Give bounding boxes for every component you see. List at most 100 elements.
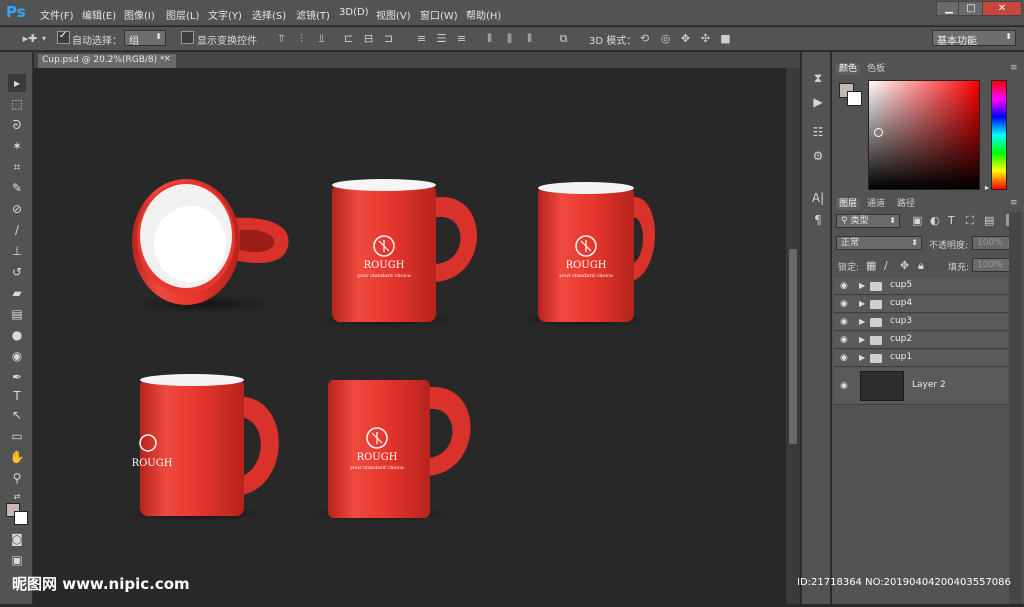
gradient-tool-icon[interactable]: ▤ <box>8 305 26 323</box>
distribute-right-icon[interactable]: ⦀ <box>523 32 536 45</box>
menu-layer[interactable]: 图层(L) <box>166 7 199 22</box>
canvas[interactable]: ROUGH your standard choice ROUGH your st… <box>34 68 786 604</box>
scrollbar-thumb[interactable] <box>789 249 797 444</box>
brush-tool-icon[interactable]: ∕ <box>8 221 26 239</box>
menu-filter[interactable]: 滤镜(T) <box>296 7 330 22</box>
tab-color[interactable]: 颜色 <box>836 63 861 75</box>
align-top-icon[interactable]: ⫪ <box>275 32 288 45</box>
magic-wand-tool-icon[interactable]: ✶ <box>8 137 26 155</box>
paragraph-panel-icon[interactable]: ¶ <box>810 212 826 228</box>
menu-edit[interactable]: 编辑(E) <box>82 7 116 22</box>
blur-tool-icon[interactable]: ● <box>8 326 26 344</box>
eye-icon[interactable]: ◉ <box>840 353 852 363</box>
color-saturation-field[interactable] <box>868 80 980 190</box>
filter-adjustment-icon[interactable]: ◐ <box>930 214 940 227</box>
type-tool-icon[interactable]: T <box>8 387 26 405</box>
auto-select-dropdown[interactable]: 组 ⬍ <box>124 30 166 47</box>
lock-pixels-icon[interactable]: ∕ <box>884 259 888 272</box>
scale-3d-icon[interactable]: ■ <box>719 32 732 45</box>
panel-menu-icon[interactable]: ≡ <box>1010 63 1018 73</box>
layer-row-cup1[interactable]: ◉ ▶ cup1 <box>834 350 1008 367</box>
expand-caret-icon[interactable]: ▶ <box>859 335 867 345</box>
filter-smart-object-icon[interactable]: ▤ <box>984 214 994 227</box>
eye-icon[interactable]: ◉ <box>840 281 852 291</box>
menu-select[interactable]: 选择(S) <box>252 7 286 22</box>
color-panel-background-swatch[interactable] <box>847 91 862 106</box>
zoom-tool-icon[interactable]: ⚲ <box>8 469 26 487</box>
auto-align-icon[interactable]: ⧉ <box>557 32 570 45</box>
menu-window[interactable]: 窗口(W) <box>420 7 458 22</box>
layers-scrollbar[interactable] <box>1009 212 1021 604</box>
adjustments-panel-icon[interactable]: ⚙ <box>810 148 826 164</box>
hand-tool-icon[interactable]: ✋ <box>8 448 26 466</box>
eraser-tool-icon[interactable]: ▰ <box>8 284 26 302</box>
lock-all-icon[interactable]: 🔒︎ <box>918 259 924 273</box>
panel-menu-icon[interactable]: ≡ <box>1010 198 1018 208</box>
expand-caret-icon[interactable]: ▶ <box>859 317 867 327</box>
distribute-top-icon[interactable]: ≡ <box>415 32 428 45</box>
align-vcenter-icon[interactable]: ⫶ <box>295 32 308 45</box>
auto-select-checkbox[interactable]: ✓ <box>57 30 70 44</box>
layer-row-cup4[interactable]: ◉ ▶ cup4 <box>834 296 1008 313</box>
document-tab[interactable]: Cup.psd @ 20.2%(RGB/8) * × <box>38 54 176 68</box>
filter-type-icon[interactable]: T <box>948 214 955 227</box>
expand-caret-icon[interactable]: ▶ <box>859 353 867 363</box>
properties-panel-icon[interactable]: ☷ <box>810 124 826 140</box>
tab-channels[interactable]: 通道 <box>864 198 888 210</box>
lock-position-icon[interactable]: ✥ <box>900 259 909 272</box>
align-hcenter-icon[interactable]: ⊟ <box>362 32 375 45</box>
color-picker-cursor[interactable] <box>874 128 883 137</box>
hue-slider[interactable]: ▸ <box>985 80 1007 192</box>
history-brush-tool-icon[interactable]: ↺ <box>8 263 26 281</box>
roll-3d-icon[interactable]: ◎ <box>659 32 672 45</box>
layer-filter-dropdown[interactable]: ⚲ 类型 ⬍ <box>836 214 900 228</box>
distribute-bottom-icon[interactable]: ≡ <box>455 32 468 45</box>
background-color-swatch[interactable] <box>14 511 28 525</box>
pan-3d-icon[interactable]: ✥ <box>679 32 692 45</box>
eye-icon[interactable]: ◉ <box>840 299 852 309</box>
menu-type[interactable]: 文字(Y) <box>208 7 242 22</box>
eye-icon[interactable]: ◉ <box>840 335 852 345</box>
crop-tool-icon[interactable]: ⌗ <box>8 158 26 176</box>
show-transform-checkbox[interactable] <box>181 31 194 44</box>
eye-icon[interactable]: ◉ <box>840 317 852 327</box>
blend-mode-dropdown[interactable]: 正常 ⬍ <box>836 236 922 250</box>
dodge-tool-icon[interactable]: ◉ <box>8 347 26 365</box>
layer-row-cup5[interactable]: ◉ ▶ cup5 <box>834 278 1008 295</box>
menu-view[interactable]: 视图(V) <box>376 7 411 22</box>
path-selection-tool-icon[interactable]: ↖ <box>8 406 26 424</box>
clone-stamp-tool-icon[interactable]: ⊥ <box>8 242 26 260</box>
close-tab-icon[interactable]: × <box>163 54 171 64</box>
layer-row-cup3[interactable]: ◉ ▶ cup3 <box>834 314 1008 331</box>
layer-row-cup2[interactable]: ◉ ▶ cup2 <box>834 332 1008 349</box>
orbit-3d-icon[interactable]: ⟲ <box>638 32 651 45</box>
distribute-hcenter-icon[interactable]: ⫼ <box>503 32 516 45</box>
menu-help[interactable]: 帮助(H) <box>466 7 501 22</box>
distribute-left-icon[interactable]: ⦀ <box>483 32 496 45</box>
rectangle-tool-icon[interactable]: ▭ <box>8 427 26 445</box>
quick-mask-icon[interactable]: ◙ <box>8 530 26 548</box>
workspace-dropdown[interactable]: 基本功能 ⬍ <box>932 30 1016 47</box>
filter-pixel-icon[interactable]: ▣ <box>912 214 922 227</box>
tab-swatches[interactable]: 色板 <box>864 63 888 75</box>
menu-3d[interactable]: 3D(D) <box>339 7 369 18</box>
menu-file[interactable]: 文件(F) <box>40 7 74 22</box>
move-tool-preset-icon[interactable]: ▸✚ <box>20 32 40 45</box>
slide-3d-icon[interactable]: ✣ <box>699 32 712 45</box>
expand-caret-icon[interactable]: ▶ <box>859 281 867 291</box>
move-tool-icon[interactable]: ▸ <box>8 74 26 92</box>
character-panel-icon[interactable]: A| <box>810 190 826 206</box>
tab-layers[interactable]: 图层 <box>836 198 861 210</box>
marquee-tool-icon[interactable]: ⬚ <box>8 95 26 113</box>
pen-tool-icon[interactable]: ✒ <box>8 368 26 386</box>
lasso-tool-icon[interactable]: ᘐ <box>8 116 26 134</box>
lock-transparent-icon[interactable]: ▦ <box>866 259 876 272</box>
actions-play-icon[interactable]: ▶ <box>810 94 826 110</box>
distribute-vcenter-icon[interactable]: ☰ <box>435 32 448 45</box>
healing-brush-tool-icon[interactable]: ⊘ <box>8 200 26 218</box>
align-bottom-icon[interactable]: ⫫ <box>315 32 328 45</box>
align-left-icon[interactable]: ⊏ <box>342 32 355 45</box>
layer-row-layer2[interactable]: ◉ Layer 2 <box>834 368 1008 405</box>
chevron-down-icon[interactable]: ▾ <box>40 32 48 45</box>
expand-caret-icon[interactable]: ▶ <box>859 299 867 309</box>
